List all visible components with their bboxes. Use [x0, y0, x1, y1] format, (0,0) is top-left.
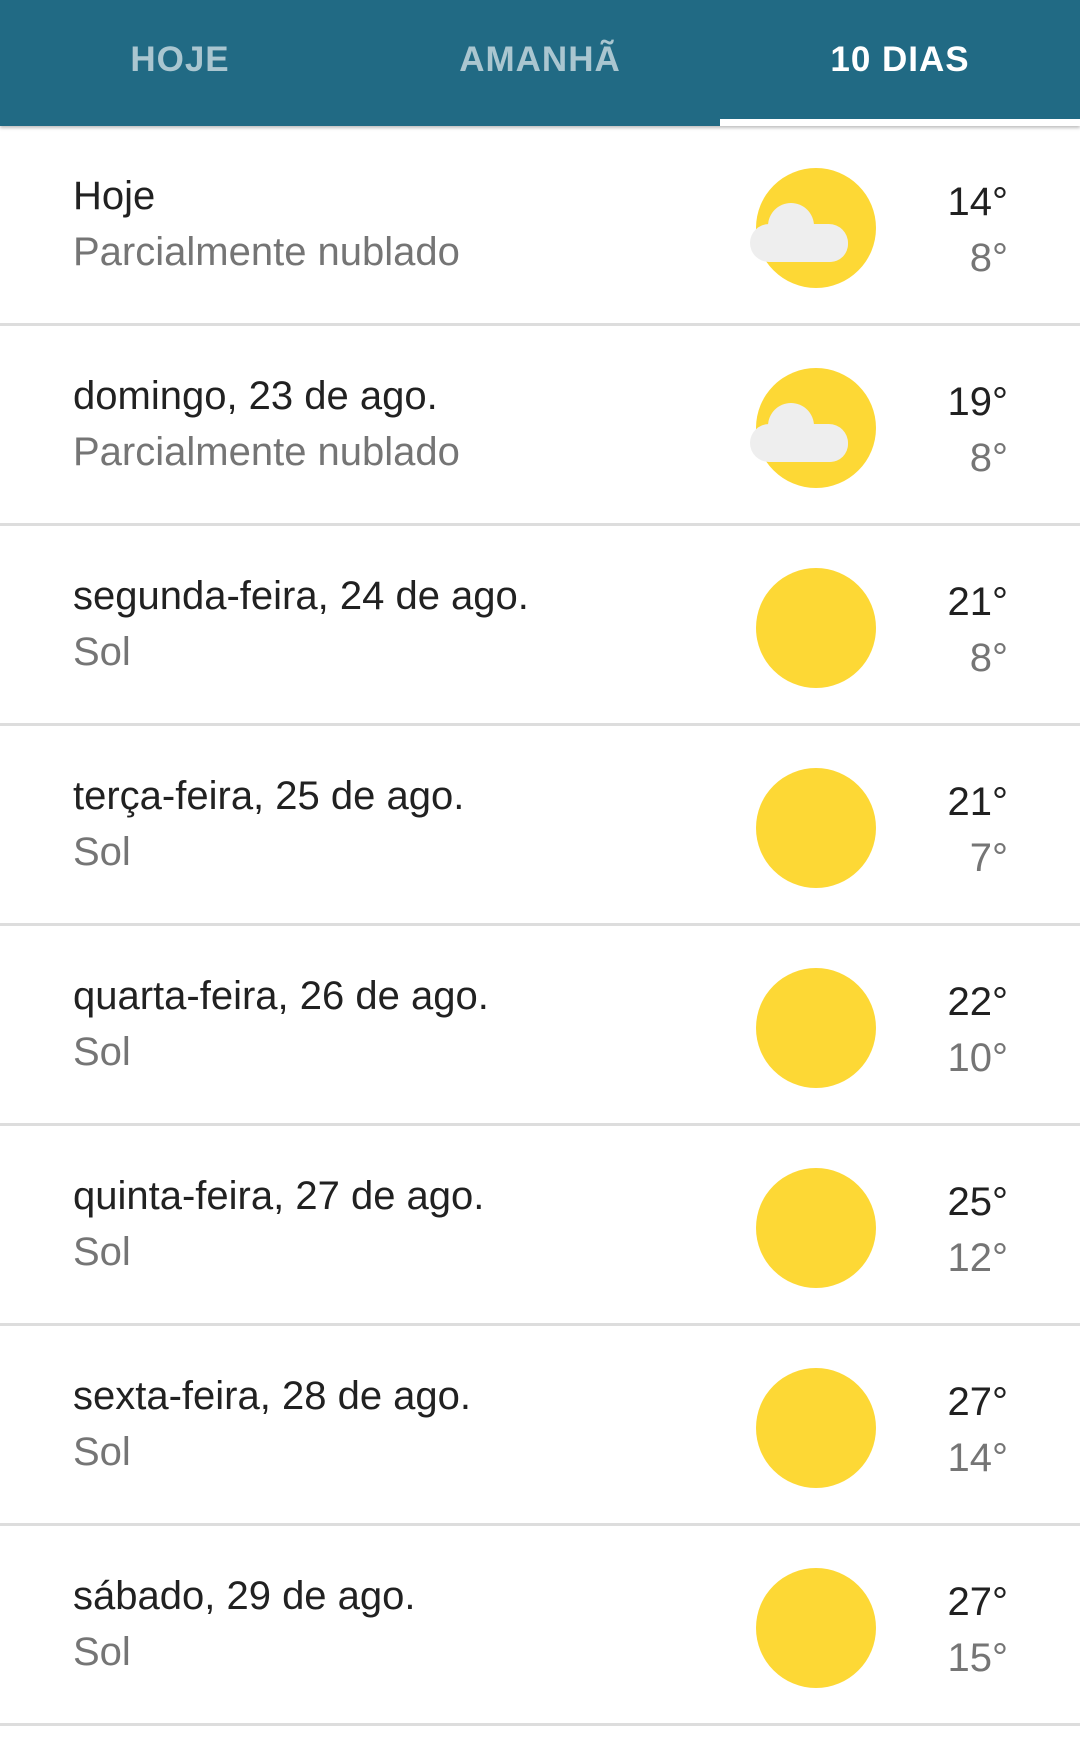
forecast-row[interactable]: domingo, 23 de ago. Parcialmente nublado 1… [0, 326, 1080, 526]
forecast-row[interactable]: quarta-feira, 26 de ago. Sol 22° 10° [0, 926, 1080, 1126]
sun-icon [750, 1566, 880, 1691]
forecast-day: domingo, 23 de ago. [73, 374, 438, 418]
forecast-temps: 14° 8° [948, 174, 1009, 286]
low-temperature: 8° [969, 236, 1008, 280]
high-temperature: 25° [947, 1180, 1009, 1224]
forecast-list: Hoje Parcialmente nublado 14° 8° domingo, 23… [0, 126, 1080, 1726]
high-temperature: 27° [947, 1580, 1009, 1624]
tab-amanha[interactable]: AMANHÃ [360, 0, 720, 126]
low-temperature: 15° [947, 1636, 1009, 1680]
forecast-row[interactable]: Hoje Parcialmente nublado 14° 8° [0, 126, 1080, 326]
partly-cloudy-icon [750, 366, 880, 491]
forecast-temps: 19° 8° [948, 374, 1009, 486]
forecast-condition: Parcialmente nublado [73, 430, 460, 474]
forecast-row[interactable]: sexta-feira, 28 de ago. Sol 27° 14° [0, 1326, 1080, 1526]
active-tab-indicator [720, 119, 1080, 126]
low-temperature: 8° [969, 636, 1008, 680]
forecast-temps: 21° 8° [948, 574, 1009, 686]
forecast-condition: Sol [73, 1030, 131, 1074]
sun-icon [750, 566, 880, 691]
sun-icon [750, 766, 880, 891]
forecast-row[interactable]: sábado, 29 de ago. Sol 27° 15° [0, 1526, 1080, 1726]
forecast-day: terça-feira, 25 de ago. [73, 774, 465, 818]
forecast-condition: Parcialmente nublado [73, 230, 460, 274]
sun-icon [750, 1366, 880, 1491]
high-temperature: 27° [947, 1380, 1009, 1424]
sun-icon [750, 1166, 880, 1291]
low-temperature: 7° [969, 836, 1008, 880]
high-temperature: 21° [947, 780, 1009, 824]
low-temperature: 14° [947, 1436, 1009, 1480]
forecast-temps: 27° 15° [948, 1574, 1009, 1686]
forecast-temps: 25° 12° [948, 1174, 1009, 1286]
low-temperature: 8° [969, 436, 1008, 480]
partly-cloudy-icon [750, 166, 880, 291]
forecast-row[interactable]: segunda-feira, 24 de ago. Sol 21° 8° [0, 526, 1080, 726]
forecast-day: Hoje [73, 174, 156, 218]
forecast-temps: 22° 10° [948, 974, 1009, 1086]
tab-bar: HOJE AMANHÃ 10 DIAS [0, 0, 1080, 126]
forecast-day: sexta-feira, 28 de ago. [73, 1374, 472, 1418]
high-temperature: 19° [947, 380, 1009, 424]
forecast-condition: Sol [73, 1630, 131, 1674]
high-temperature: 22° [947, 980, 1009, 1024]
tab-10-dias[interactable]: 10 DIAS [720, 0, 1080, 126]
high-temperature: 21° [947, 580, 1009, 624]
forecast-temps: 21° 7° [948, 774, 1009, 886]
forecast-condition: Sol [73, 1230, 131, 1274]
sun-icon [750, 966, 880, 1091]
low-temperature: 12° [947, 1236, 1009, 1280]
tab-hoje[interactable]: HOJE [0, 0, 360, 126]
forecast-day: quinta-feira, 27 de ago. [73, 1174, 485, 1218]
forecast-day: quarta-feira, 26 de ago. [73, 974, 489, 1018]
forecast-temps: 27° 14° [948, 1374, 1009, 1486]
forecast-condition: Sol [73, 1430, 131, 1474]
forecast-day: segunda-feira, 24 de ago. [73, 574, 529, 618]
forecast-condition: Sol [73, 830, 131, 874]
forecast-day: sábado, 29 de ago. [73, 1574, 416, 1618]
forecast-row[interactable]: terça-feira, 25 de ago. Sol 21° 7° [0, 726, 1080, 926]
low-temperature: 10° [947, 1036, 1009, 1080]
forecast-row[interactable]: quinta-feira, 27 de ago. Sol 25° 12° [0, 1126, 1080, 1326]
high-temperature: 14° [947, 180, 1009, 224]
forecast-condition: Sol [73, 630, 131, 674]
